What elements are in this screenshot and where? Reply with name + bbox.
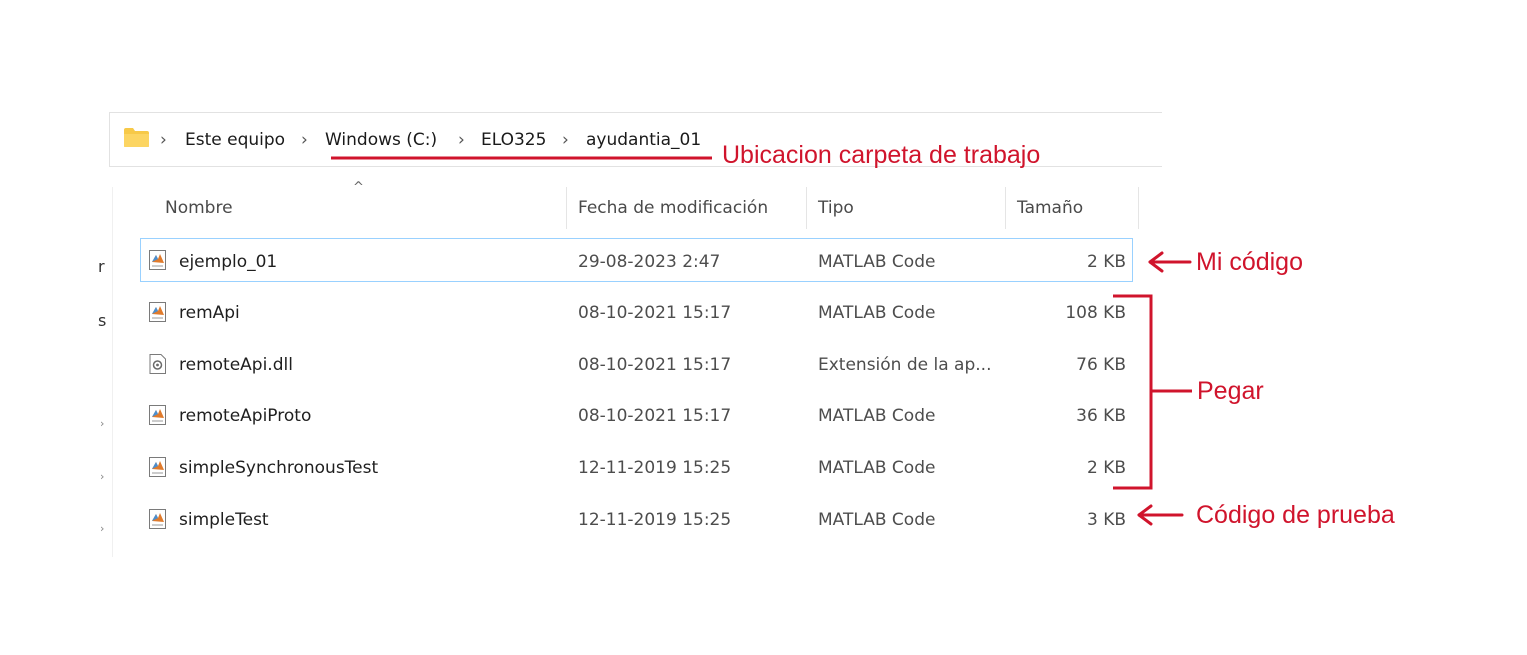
bracket [1113,294,1192,490]
annotation-paste: Pegar [1197,377,1264,405]
arrow-left-icon [1148,251,1192,273]
arrow-left-icon [1137,504,1184,526]
annotation-my-code: Mi código [1196,248,1303,276]
annotation-location: Ubicacion carpeta de trabajo [722,141,1041,169]
annotation-overlay [331,156,1192,526]
annotation-test-code: Código de prueba [1196,501,1395,529]
